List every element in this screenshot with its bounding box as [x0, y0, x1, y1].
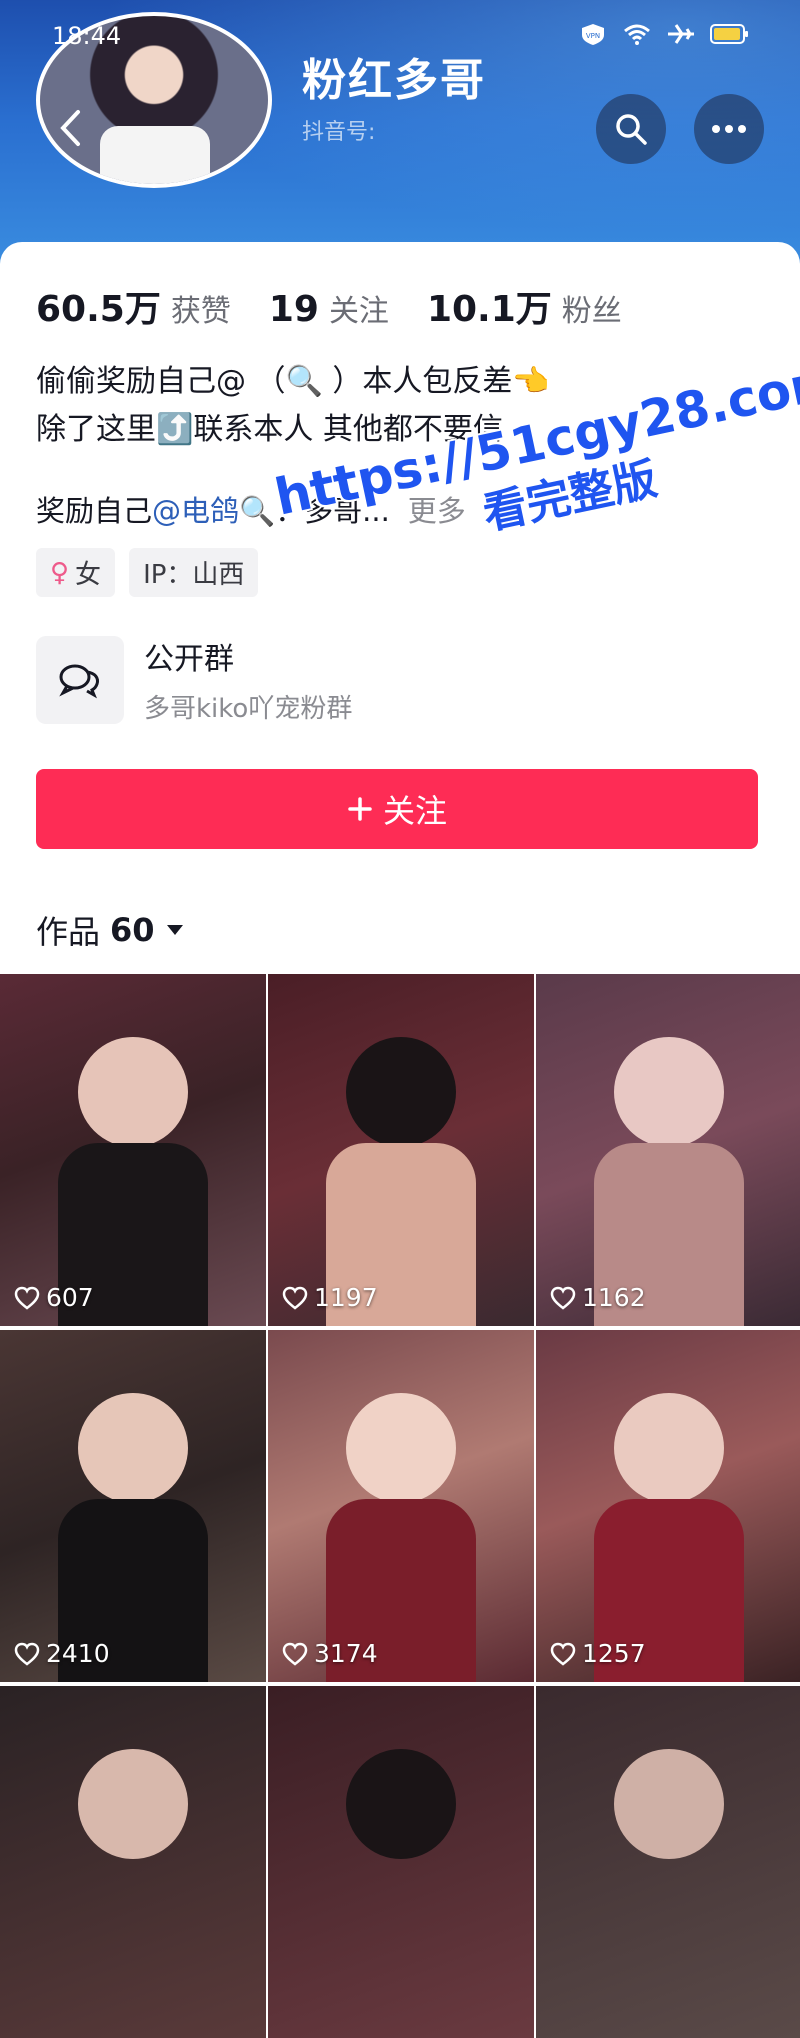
video-thumbnail[interactable]: 1197	[268, 974, 534, 1326]
public-group[interactable]: 公开群 多哥kiko吖宠粉群	[36, 634, 352, 725]
video-likes: 2410	[14, 1639, 110, 1668]
profile-tags: ♀ 女 IP：山西	[36, 548, 259, 597]
likes-count: 60.5万	[36, 289, 161, 330]
thumbnail-figure	[346, 1749, 456, 1860]
caret-down-icon	[166, 925, 183, 935]
wifi-icon	[624, 24, 650, 45]
back-button[interactable]	[50, 98, 90, 158]
search-button[interactable]	[596, 94, 666, 164]
avatar-shirt	[100, 126, 210, 184]
thumbnail-figure	[614, 1393, 724, 1504]
thumbnail-figure	[614, 1749, 724, 1860]
ip-tag: IP：山西	[129, 548, 259, 597]
works-tab[interactable]: 作品 60	[36, 907, 185, 953]
airplane-icon	[668, 24, 694, 44]
works-label: 作品	[36, 913, 101, 951]
douyin-id[interactable]: 抖音号:	[302, 114, 375, 146]
video-likes: 607	[14, 1283, 94, 1312]
video-likes-count: 1257	[582, 1639, 646, 1668]
video-grid: 607 1197 1162 2410 3174 1257	[0, 974, 800, 2038]
gender-tag: ♀ 女	[36, 548, 116, 597]
ip-label: IP：山西	[143, 560, 245, 590]
video-thumbnail[interactable]: 1257	[536, 1330, 800, 1682]
video-likes-count: 607	[46, 1283, 94, 1312]
thumbnail-figure	[78, 1037, 188, 1148]
gender-label: 女	[75, 560, 102, 590]
heart-icon	[282, 1642, 308, 1666]
chevron-left-icon	[60, 110, 80, 146]
followers-label[interactable]: 粉丝	[562, 286, 622, 330]
video-thumbnail[interactable]	[0, 1686, 266, 2038]
heart-icon	[282, 1286, 308, 1310]
follow-label: 关注	[382, 792, 447, 830]
video-likes: 3174	[282, 1639, 378, 1668]
heart-icon	[14, 1642, 40, 1666]
heart-icon	[14, 1286, 40, 1310]
video-thumbnail[interactable]: 3174	[268, 1330, 534, 1682]
status-icons: VPN	[578, 22, 750, 46]
female-icon: ♀	[50, 557, 70, 588]
chat-bubbles-icon	[59, 664, 99, 698]
thumbnail-figure	[346, 1037, 456, 1148]
likes-label: 获赞	[170, 294, 231, 329]
works-count: 60	[110, 911, 155, 949]
video-thumbnail[interactable]	[268, 1686, 534, 2038]
svg-text:VPN: VPN	[586, 32, 600, 40]
vpn-icon: VPN	[582, 24, 604, 45]
video-likes-count: 1162	[582, 1283, 646, 1312]
thumbnail-figure	[78, 1749, 188, 1860]
followers-count[interactable]: 10.1万	[427, 280, 552, 332]
profile-card: 60.5万 获赞 19 关注 10.1万 粉丝 偷偷奖励自己@ （🔍 ）本人包反…	[0, 242, 800, 972]
bio-line-3-prefix: 奖励自己	[36, 494, 153, 528]
profile-header: 18:44 VPN 粉红多哥 抖音号:	[0, 0, 800, 270]
following-label[interactable]: 关注	[329, 286, 389, 330]
group-title: 公开群	[144, 642, 234, 677]
status-time: 18:44	[52, 22, 122, 50]
search-icon	[616, 114, 647, 145]
plus-icon	[348, 797, 372, 821]
mention-link[interactable]: @电鸽	[152, 488, 239, 530]
thumbnail-figure	[78, 1393, 188, 1504]
battery-icon	[710, 24, 748, 44]
more-dots-icon	[712, 125, 746, 133]
video-likes: 1197	[282, 1283, 378, 1312]
thumbnail-figure	[614, 1037, 724, 1148]
profile-name: 粉红多哥	[302, 55, 486, 106]
video-thumbnail[interactable]: 607	[0, 974, 266, 1326]
video-likes: 1162	[550, 1283, 646, 1312]
heart-icon	[550, 1642, 576, 1666]
group-subtitle: 多哥kiko吖宠粉群	[144, 694, 353, 724]
video-thumbnail[interactable]: 1162	[536, 974, 800, 1326]
stats-row: 60.5万 获赞 19 关注 10.1万 粉丝	[36, 280, 660, 332]
video-likes: 1257	[550, 1639, 646, 1668]
video-thumbnail[interactable]: 2410	[0, 1330, 266, 1682]
group-text: 公开群 多哥kiko吖宠粉群	[144, 634, 352, 725]
group-chat-icon	[36, 635, 124, 724]
thumbnail-figure	[346, 1393, 456, 1504]
heart-icon	[550, 1286, 576, 1310]
video-likes-count: 2410	[46, 1639, 110, 1668]
more-options-button[interactable]	[694, 94, 764, 164]
video-likes-count: 1197	[314, 1283, 378, 1312]
video-thumbnail[interactable]	[536, 1686, 800, 2038]
following-count[interactable]: 19	[269, 289, 319, 330]
follow-button[interactable]: 关注	[36, 769, 758, 849]
video-likes-count: 3174	[314, 1639, 378, 1668]
